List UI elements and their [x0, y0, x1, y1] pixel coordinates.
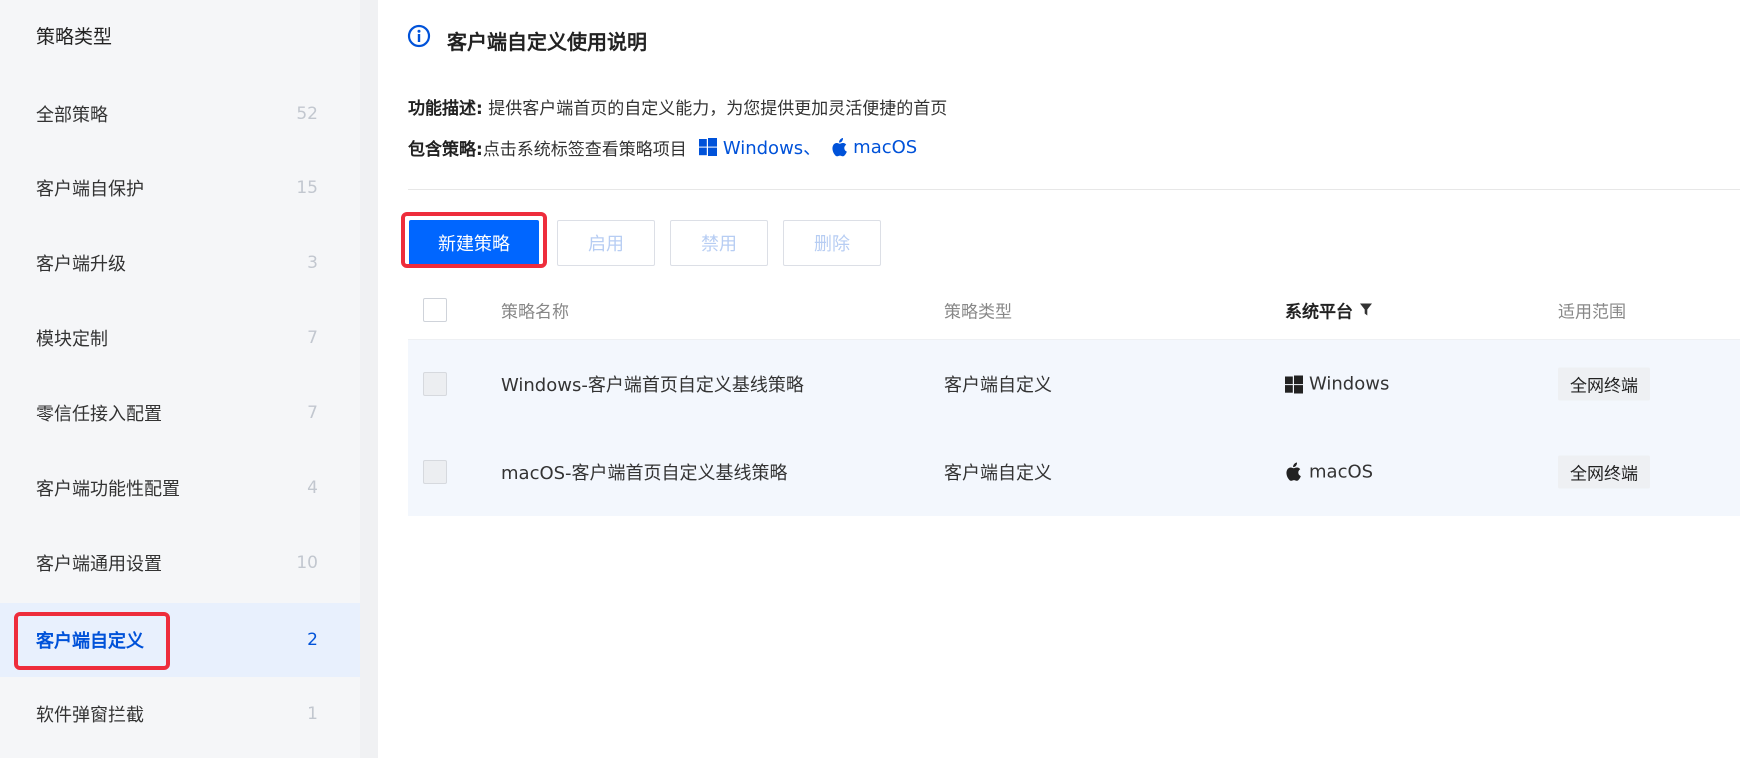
filter-icon[interactable]: [1359, 303, 1373, 317]
column-header-type: 策略类型: [944, 302, 1012, 322]
scope-tag: 全网终端: [1558, 367, 1650, 401]
table-header: 策略名称 策略类型 系统平台 适用范围: [408, 280, 1740, 340]
sidebar-item-general[interactable]: 客户端通用设置 10: [0, 526, 360, 600]
sidebar-item-zero-trust[interactable]: 零信任接入配置 7: [0, 376, 360, 450]
sidebar-item-functional[interactable]: 客户端功能性配置 4: [0, 451, 360, 525]
sidebar-item-label: 模块定制: [36, 329, 108, 350]
apple-icon: [832, 137, 847, 156]
sidebar-item-count: 2: [307, 630, 318, 650]
windows-link[interactable]: Windows、: [698, 134, 822, 160]
row-scope: 全网终端: [1558, 367, 1650, 401]
windows-icon: [1285, 375, 1303, 393]
row-checkbox[interactable]: [423, 372, 447, 396]
select-all-checkbox[interactable]: [423, 298, 447, 322]
row-platform: Windows: [1285, 374, 1389, 395]
macos-link-label: macOS: [853, 136, 918, 158]
row-type: 客户端自定义: [944, 375, 1052, 396]
row-platform-label: macOS: [1309, 461, 1374, 483]
description-label: 功能描述:: [408, 99, 483, 119]
table-row[interactable]: Windows-客户端首页自定义基线策略 客户端自定义 Windows 全网终端: [408, 340, 1740, 428]
panel-divider: [360, 0, 378, 758]
column-header-platform[interactable]: 系统平台: [1285, 297, 1373, 322]
row-platform: macOS: [1285, 462, 1373, 483]
sidebar-item-count: 4: [307, 478, 318, 498]
sidebar-item-label: 客户端通用设置: [36, 554, 162, 575]
column-header-scope: 适用范围: [1558, 302, 1626, 322]
row-checkbox[interactable]: [423, 460, 447, 484]
description-text: 提供客户端首页的自定义能力，为您提供更加灵活便捷的首页: [488, 99, 948, 119]
sidebar-item-count: 10: [296, 553, 318, 573]
policy-line: 包含策略: 点击系统标签查看策略项目 Windows、 macOS: [408, 134, 917, 160]
sidebar-item-label: 零信任接入配置: [36, 404, 162, 425]
delete-button[interactable]: 删除: [783, 220, 881, 266]
info-icon: [407, 24, 431, 48]
scope-tag: 全网终端: [1558, 455, 1650, 489]
description-line: 功能描述: 提供客户端首页的自定义能力，为您提供更加灵活便捷的首页: [408, 94, 947, 119]
sidebar-item-label: 客户端升级: [36, 254, 126, 275]
highlight-box-sidebar: [14, 612, 170, 670]
row-name: macOS-客户端首页自定义基线策略: [501, 463, 788, 484]
highlight-box-button: [401, 212, 547, 268]
policy-label: 包含策略:: [408, 139, 483, 160]
sidebar-item-count: 7: [307, 403, 318, 423]
windows-icon: [698, 138, 717, 156]
windows-link-label: Windows、: [722, 138, 822, 159]
sidebar-item-all[interactable]: 全部策略 52: [0, 77, 360, 151]
info-title: 客户端自定义使用说明: [447, 30, 647, 54]
sidebar-item-label: 客户端功能性配置: [36, 479, 180, 500]
column-header-platform-label: 系统平台: [1285, 302, 1353, 322]
sidebar-item-count: 52: [296, 104, 318, 124]
row-scope: 全网终端: [1558, 455, 1650, 489]
sidebar-item-popup-block[interactable]: 软件弹窗拦截 1: [0, 677, 360, 751]
enable-button[interactable]: 启用: [557, 220, 655, 266]
sidebar-item-label: 全部策略: [36, 105, 108, 126]
macos-link[interactable]: macOS: [831, 137, 917, 158]
sidebar-item-self-protect[interactable]: 客户端自保护 15: [0, 151, 360, 225]
apple-icon: [1286, 462, 1301, 481]
sidebar-item-label: 客户端自保护: [36, 179, 144, 200]
sidebar-item-upgrade[interactable]: 客户端升级 3: [0, 226, 360, 300]
column-header-name: 策略名称: [501, 302, 569, 322]
sidebar-item-count: 3: [307, 253, 318, 273]
disable-button[interactable]: 禁用: [670, 220, 768, 266]
policy-text: 点击系统标签查看策略项目: [482, 139, 687, 160]
table-row[interactable]: macOS-客户端首页自定义基线策略 客户端自定义 macOS 全网终端: [408, 428, 1740, 516]
sidebar: 策略类型 全部策略 52 客户端自保护 15 客户端升级 3 模块定制 7 零信…: [0, 0, 360, 758]
sidebar-item-count: 1: [307, 704, 318, 724]
row-type: 客户端自定义: [944, 463, 1052, 484]
row-platform-label: Windows: [1309, 373, 1390, 395]
sidebar-item-count: 7: [307, 328, 318, 348]
sidebar-item-label: 软件弹窗拦截: [36, 705, 144, 726]
sidebar-header: 策略类型: [36, 26, 113, 48]
sidebar-item-module[interactable]: 模块定制 7: [0, 301, 360, 375]
row-name: Windows-客户端首页自定义基线策略: [501, 375, 804, 396]
sidebar-item-count: 15: [296, 178, 318, 198]
section-divider: [408, 189, 1740, 190]
